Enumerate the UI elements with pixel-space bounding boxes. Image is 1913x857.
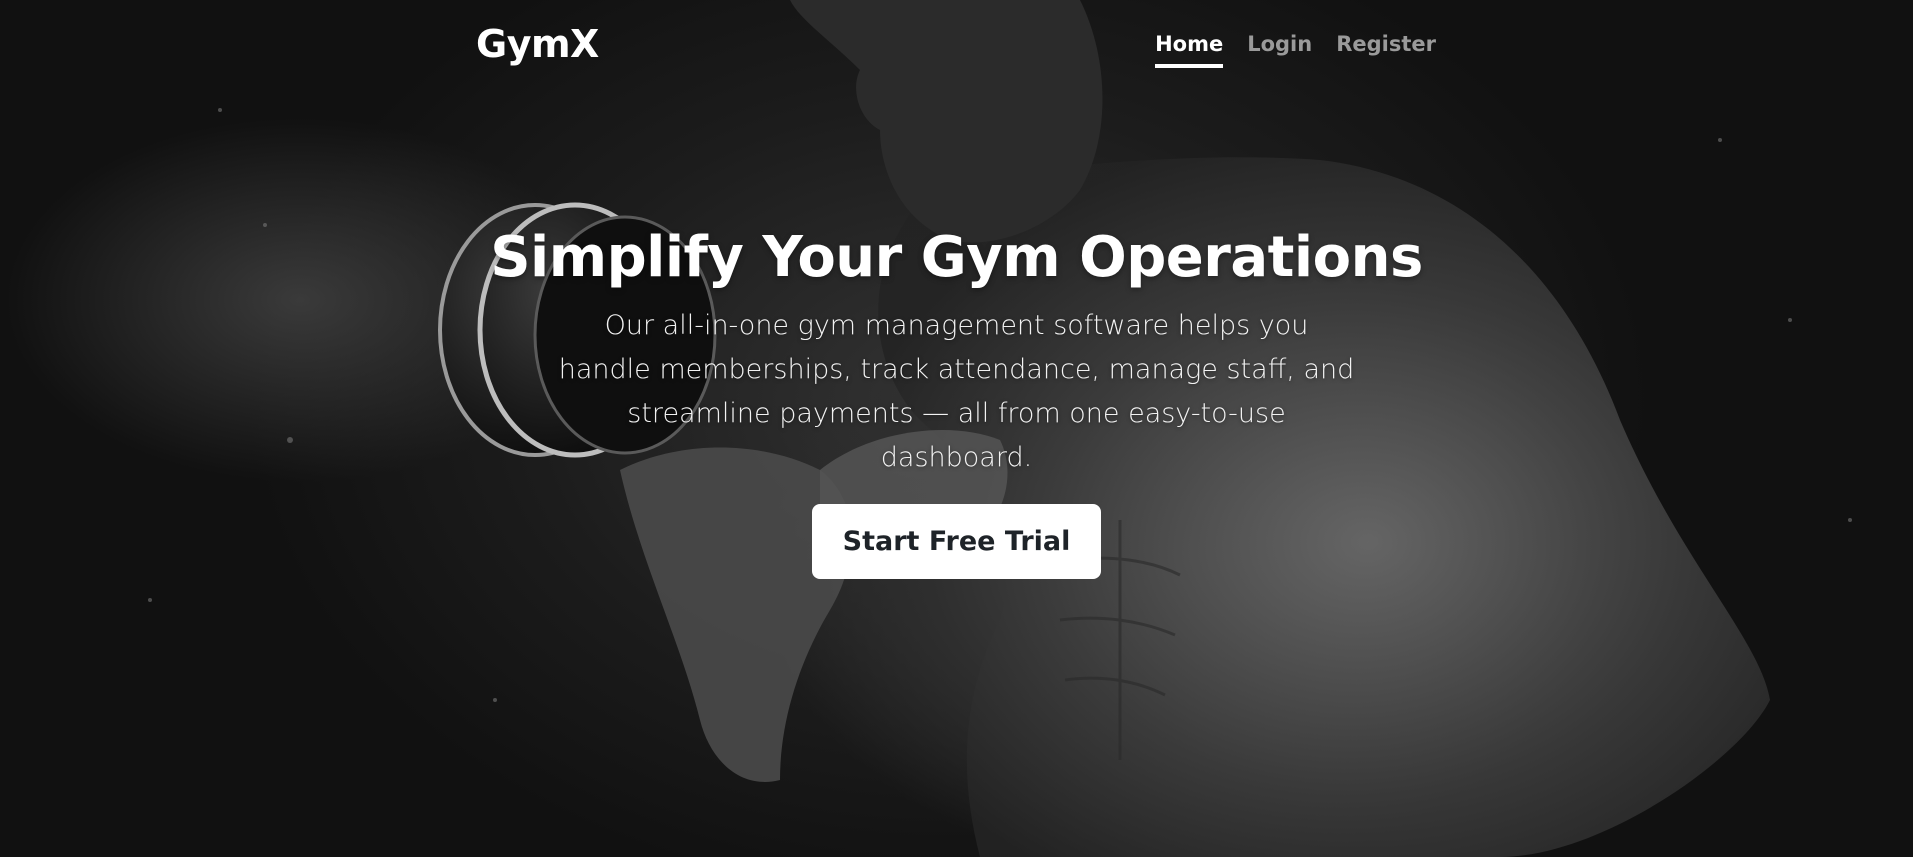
hero-subtitle: Our all-in-one gym management software h…	[558, 310, 1355, 473]
top-navigation: GymX Home Login Register	[476, 22, 1436, 82]
nav-link-register[interactable]: Register	[1336, 32, 1436, 68]
nav-link-home[interactable]: Home	[1155, 32, 1224, 68]
hero-content: Simplify Your Gym Operations Our all-in-…	[0, 225, 1913, 579]
start-free-trial-button[interactable]: Start Free Trial	[811, 504, 1102, 579]
hero-section: GymX Home Login Register Simplify Your G…	[0, 0, 1913, 857]
nav-links: Home Login Register	[1155, 32, 1436, 68]
hero-title: Simplify Your Gym Operations	[490, 225, 1423, 290]
brand-logo[interactable]: GymX	[476, 22, 599, 66]
nav-link-login[interactable]: Login	[1247, 32, 1312, 68]
